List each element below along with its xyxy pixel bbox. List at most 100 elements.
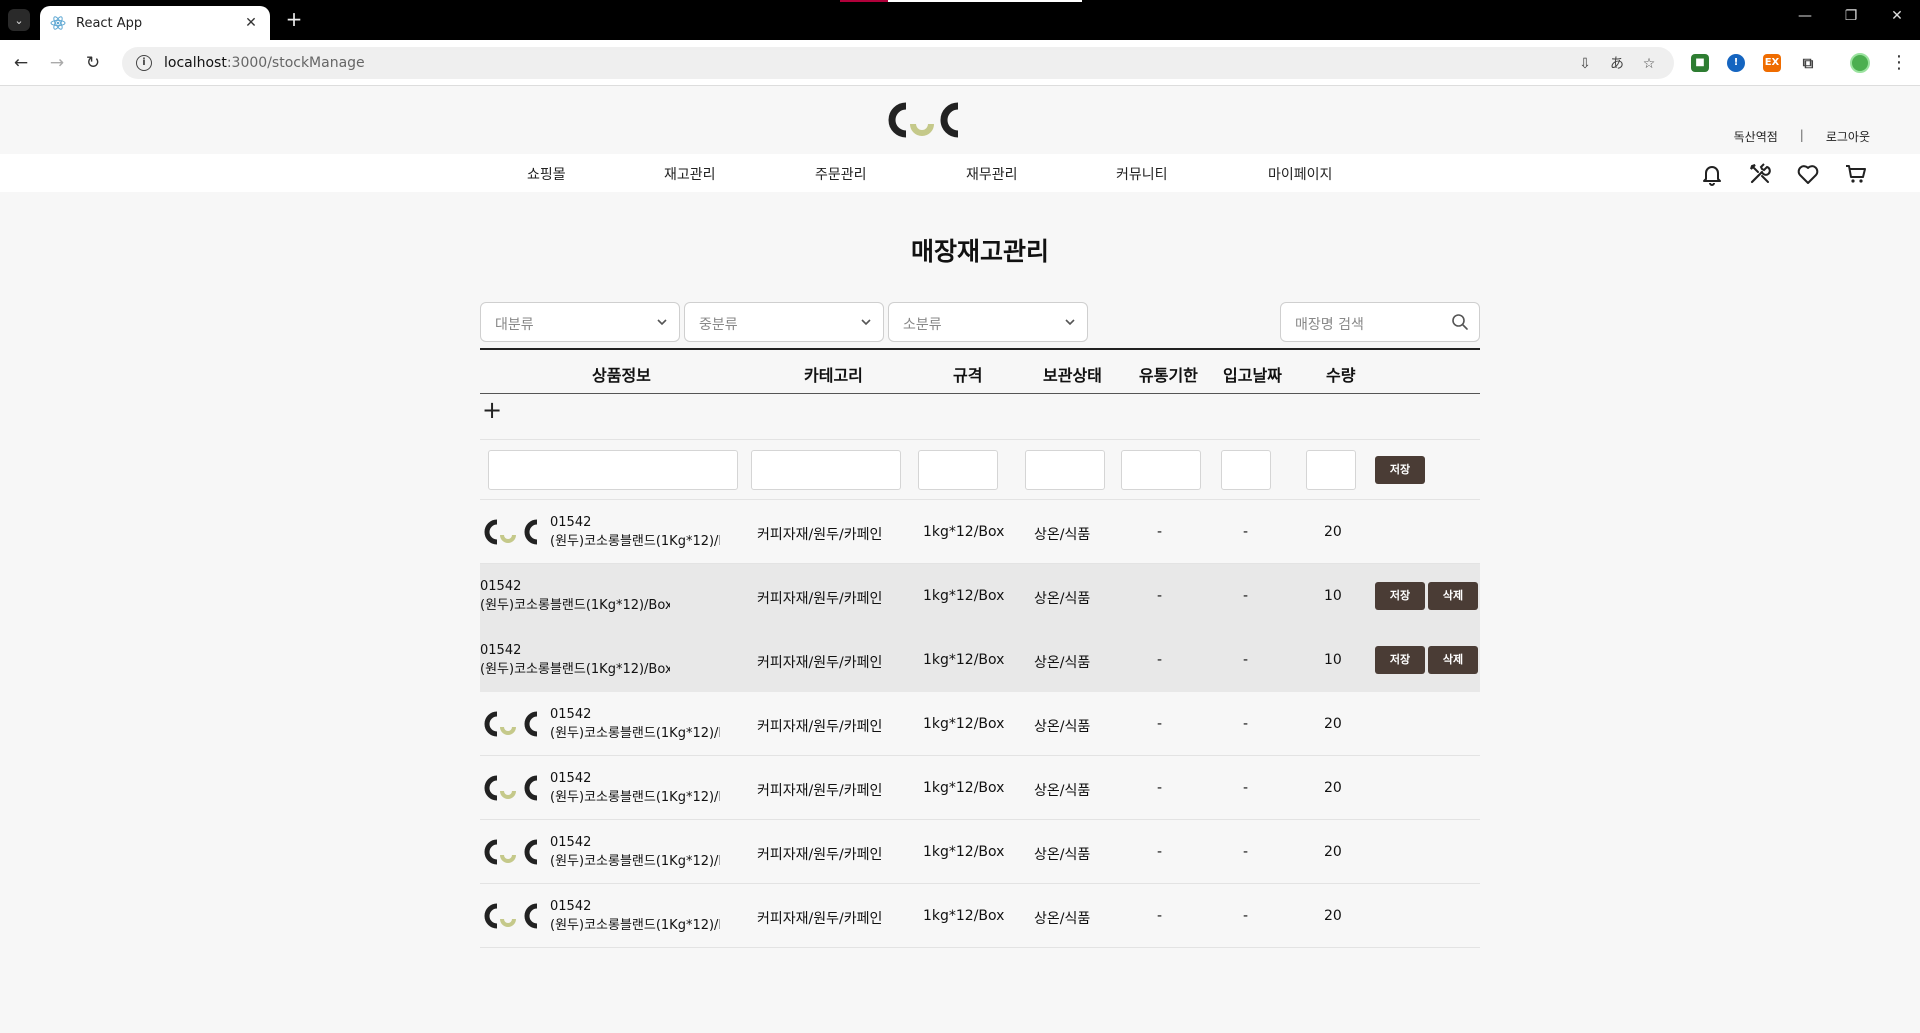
category-cell: 커피자재/원두/카페인 (757, 719, 883, 735)
minor-category-select[interactable]: 소분류 (888, 302, 1088, 342)
site-header: 독산역점 | 로그아웃 (0, 86, 1920, 154)
product-code: 01542 (550, 707, 592, 722)
table-row[interactable]: 01542 (원두)코소롱블랜드(1Kg*12)/Box 커피자재/원두/카페인 1k… (480, 692, 1480, 756)
expiry-cell: - (1157, 588, 1163, 604)
middle-category-select[interactable]: 중분류 (684, 302, 884, 342)
brand-logo-thumbnail (484, 839, 538, 865)
extension-blue-icon[interactable]: ! (1727, 54, 1745, 72)
table-row[interactable]: 01542 (원두)코소롱블랜드(1Kg*12)/Box 커피자재/원두/카페인 1k… (480, 564, 1480, 628)
expiry-input[interactable] (1121, 450, 1201, 490)
plus-icon[interactable]: + (482, 398, 502, 422)
column-header-spec: 규격 (953, 366, 983, 385)
nav-item-community[interactable]: 커뮤니티 (1116, 164, 1168, 184)
spec-cell: 1kg*12/Box (923, 652, 1005, 668)
product-code: 01542 (550, 899, 592, 914)
nav-item-stock[interactable]: 재고관리 (664, 164, 716, 184)
chevron-down-icon (657, 319, 667, 326)
extension-orange-icon[interactable]: EX (1763, 54, 1781, 72)
tools-icon[interactable] (1748, 162, 1772, 186)
table-row[interactable]: 01542 (원두)코소롱블랜드(1Kg*12)/Box 커피자재/원두/카페인 1k… (480, 756, 1480, 820)
row-delete-button[interactable]: 삭제 (1428, 582, 1478, 610)
brand-logo-thumbnail (484, 775, 538, 801)
table-row[interactable]: 01542 (원두)코소롱블랜드(1Kg*12)/Box 커피자재/원두/카페인 1k… (480, 628, 1480, 692)
react-icon (50, 16, 66, 30)
bookmark-star-icon[interactable]: ☆ (1640, 55, 1658, 73)
browser-menu-icon[interactable]: ⋮ (1890, 52, 1908, 73)
storage-cell: 상온/식품 (1034, 911, 1091, 927)
nav-item-orders[interactable]: 주문관리 (815, 164, 867, 184)
nav-item-mypage[interactable]: 마이페이지 (1268, 164, 1332, 184)
received-date-cell: - (1243, 652, 1249, 668)
storage-cell: 상온/식품 (1034, 719, 1091, 735)
quantity-cell: 20 (1324, 844, 1342, 860)
category-input[interactable] (751, 450, 901, 490)
tab-close-icon[interactable]: ✕ (242, 15, 260, 31)
received-date-input[interactable] (1221, 450, 1271, 490)
cart-icon[interactable] (1844, 162, 1868, 186)
product-info-input[interactable] (488, 450, 738, 490)
received-date-cell: - (1243, 716, 1249, 732)
search-icon[interactable] (1451, 313, 1469, 331)
user-links: 독산역점 | 로그아웃 (1734, 128, 1870, 145)
storage-input[interactable] (1025, 450, 1105, 490)
store-search-input[interactable]: 매장명 검색 (1280, 302, 1480, 342)
category-cell: 커피자재/원두/카페인 (757, 783, 883, 799)
spec-cell: 1kg*12/Box (923, 908, 1005, 924)
brand-logo[interactable] (882, 96, 962, 144)
quantity-cell: 10 (1324, 588, 1342, 604)
page-title: 매장재고관리 (910, 237, 1049, 266)
site-info-icon[interactable]: i (136, 55, 152, 71)
brand-logo-thumbnail (484, 903, 538, 929)
row-save-button[interactable]: 저장 (1375, 582, 1425, 610)
row-save-button[interactable]: 저장 (1375, 646, 1425, 674)
minimize-button[interactable]: — (1790, 8, 1820, 24)
browser-tab[interactable]: React App ✕ (40, 6, 270, 40)
row-delete-button[interactable]: 삭제 (1428, 646, 1478, 674)
tab-strip-accent (840, 0, 888, 2)
window-close-button[interactable]: ✕ (1882, 8, 1912, 24)
expiry-cell: - (1157, 844, 1163, 860)
spec-input[interactable] (918, 450, 998, 490)
translate-icon[interactable]: あ (1608, 55, 1626, 73)
restore-button[interactable]: ❐ (1836, 8, 1866, 24)
reload-button[interactable]: ↻ (82, 52, 104, 74)
product-name: (원두)코소롱블랜드(1Kg*12)/Box (550, 854, 720, 869)
extensions-puzzle-icon[interactable]: ⧉ (1799, 54, 1817, 72)
nav-item-shopping[interactable]: 쇼핑몰 (527, 164, 566, 184)
table-row[interactable]: 01542 (원두)코소롱블랜드(1Kg*12)/Box 커피자재/원두/카페인 1k… (480, 500, 1480, 564)
install-app-icon[interactable]: ⇩ (1576, 55, 1594, 73)
spec-cell: 1kg*12/Box (923, 844, 1005, 860)
received-date-cell: - (1243, 588, 1249, 604)
quantity-input[interactable] (1306, 450, 1356, 490)
received-date-cell: - (1243, 524, 1249, 540)
tab-search-button[interactable]: ⌄ (8, 9, 30, 31)
category-cell: 커피자재/원두/카페인 (757, 911, 883, 927)
product-code: 01542 (480, 643, 522, 658)
forward-button[interactable]: → (46, 52, 68, 74)
major-category-select[interactable]: 대분류 (480, 302, 680, 342)
new-tab-button[interactable]: + (282, 8, 306, 32)
column-header-storage: 보관상태 (1043, 366, 1102, 385)
address-bar: ← → ↻ i localhost:3000/stockManage ⇩ あ ☆… (0, 40, 1920, 86)
store-name-link[interactable]: 독산역점 (1734, 128, 1778, 145)
back-button[interactable]: ← (10, 52, 32, 74)
url-input[interactable]: i localhost:3000/stockManage ⇩ あ ☆ (122, 47, 1674, 79)
heart-icon[interactable] (1796, 162, 1820, 186)
profile-avatar[interactable] (1850, 53, 1870, 73)
storage-cell: 상온/식품 (1034, 783, 1091, 799)
logout-link[interactable]: 로그아웃 (1826, 128, 1870, 145)
extension-green-icon[interactable]: ■ (1691, 54, 1709, 72)
save-button[interactable]: 저장 (1375, 456, 1425, 484)
product-name: (원두)코소롱블랜드(1Kg*12)/Box (550, 534, 720, 549)
expiry-cell: - (1157, 908, 1163, 924)
spec-cell: 1kg*12/Box (923, 780, 1005, 796)
quantity-cell: 20 (1324, 716, 1342, 732)
quantity-cell: 20 (1324, 780, 1342, 796)
table-row[interactable]: 01542 (원두)코소롱블랜드(1Kg*12)/Box 커피자재/원두/카페인 1k… (480, 820, 1480, 884)
main-nav: 쇼핑몰 재고관리 주문관리 재무관리 커뮤니티 마이페이지 (0, 154, 1920, 192)
column-header-product: 상품정보 (592, 366, 651, 385)
product-name: (원두)코소롱블랜드(1Kg*12)/Box (550, 726, 720, 741)
bell-icon[interactable] (1700, 162, 1724, 186)
nav-item-finance[interactable]: 재무관리 (966, 164, 1018, 184)
table-row[interactable]: 01542 (원두)코소롱블랜드(1Kg*12)/Box 커피자재/원두/카페인 1k… (480, 884, 1480, 948)
